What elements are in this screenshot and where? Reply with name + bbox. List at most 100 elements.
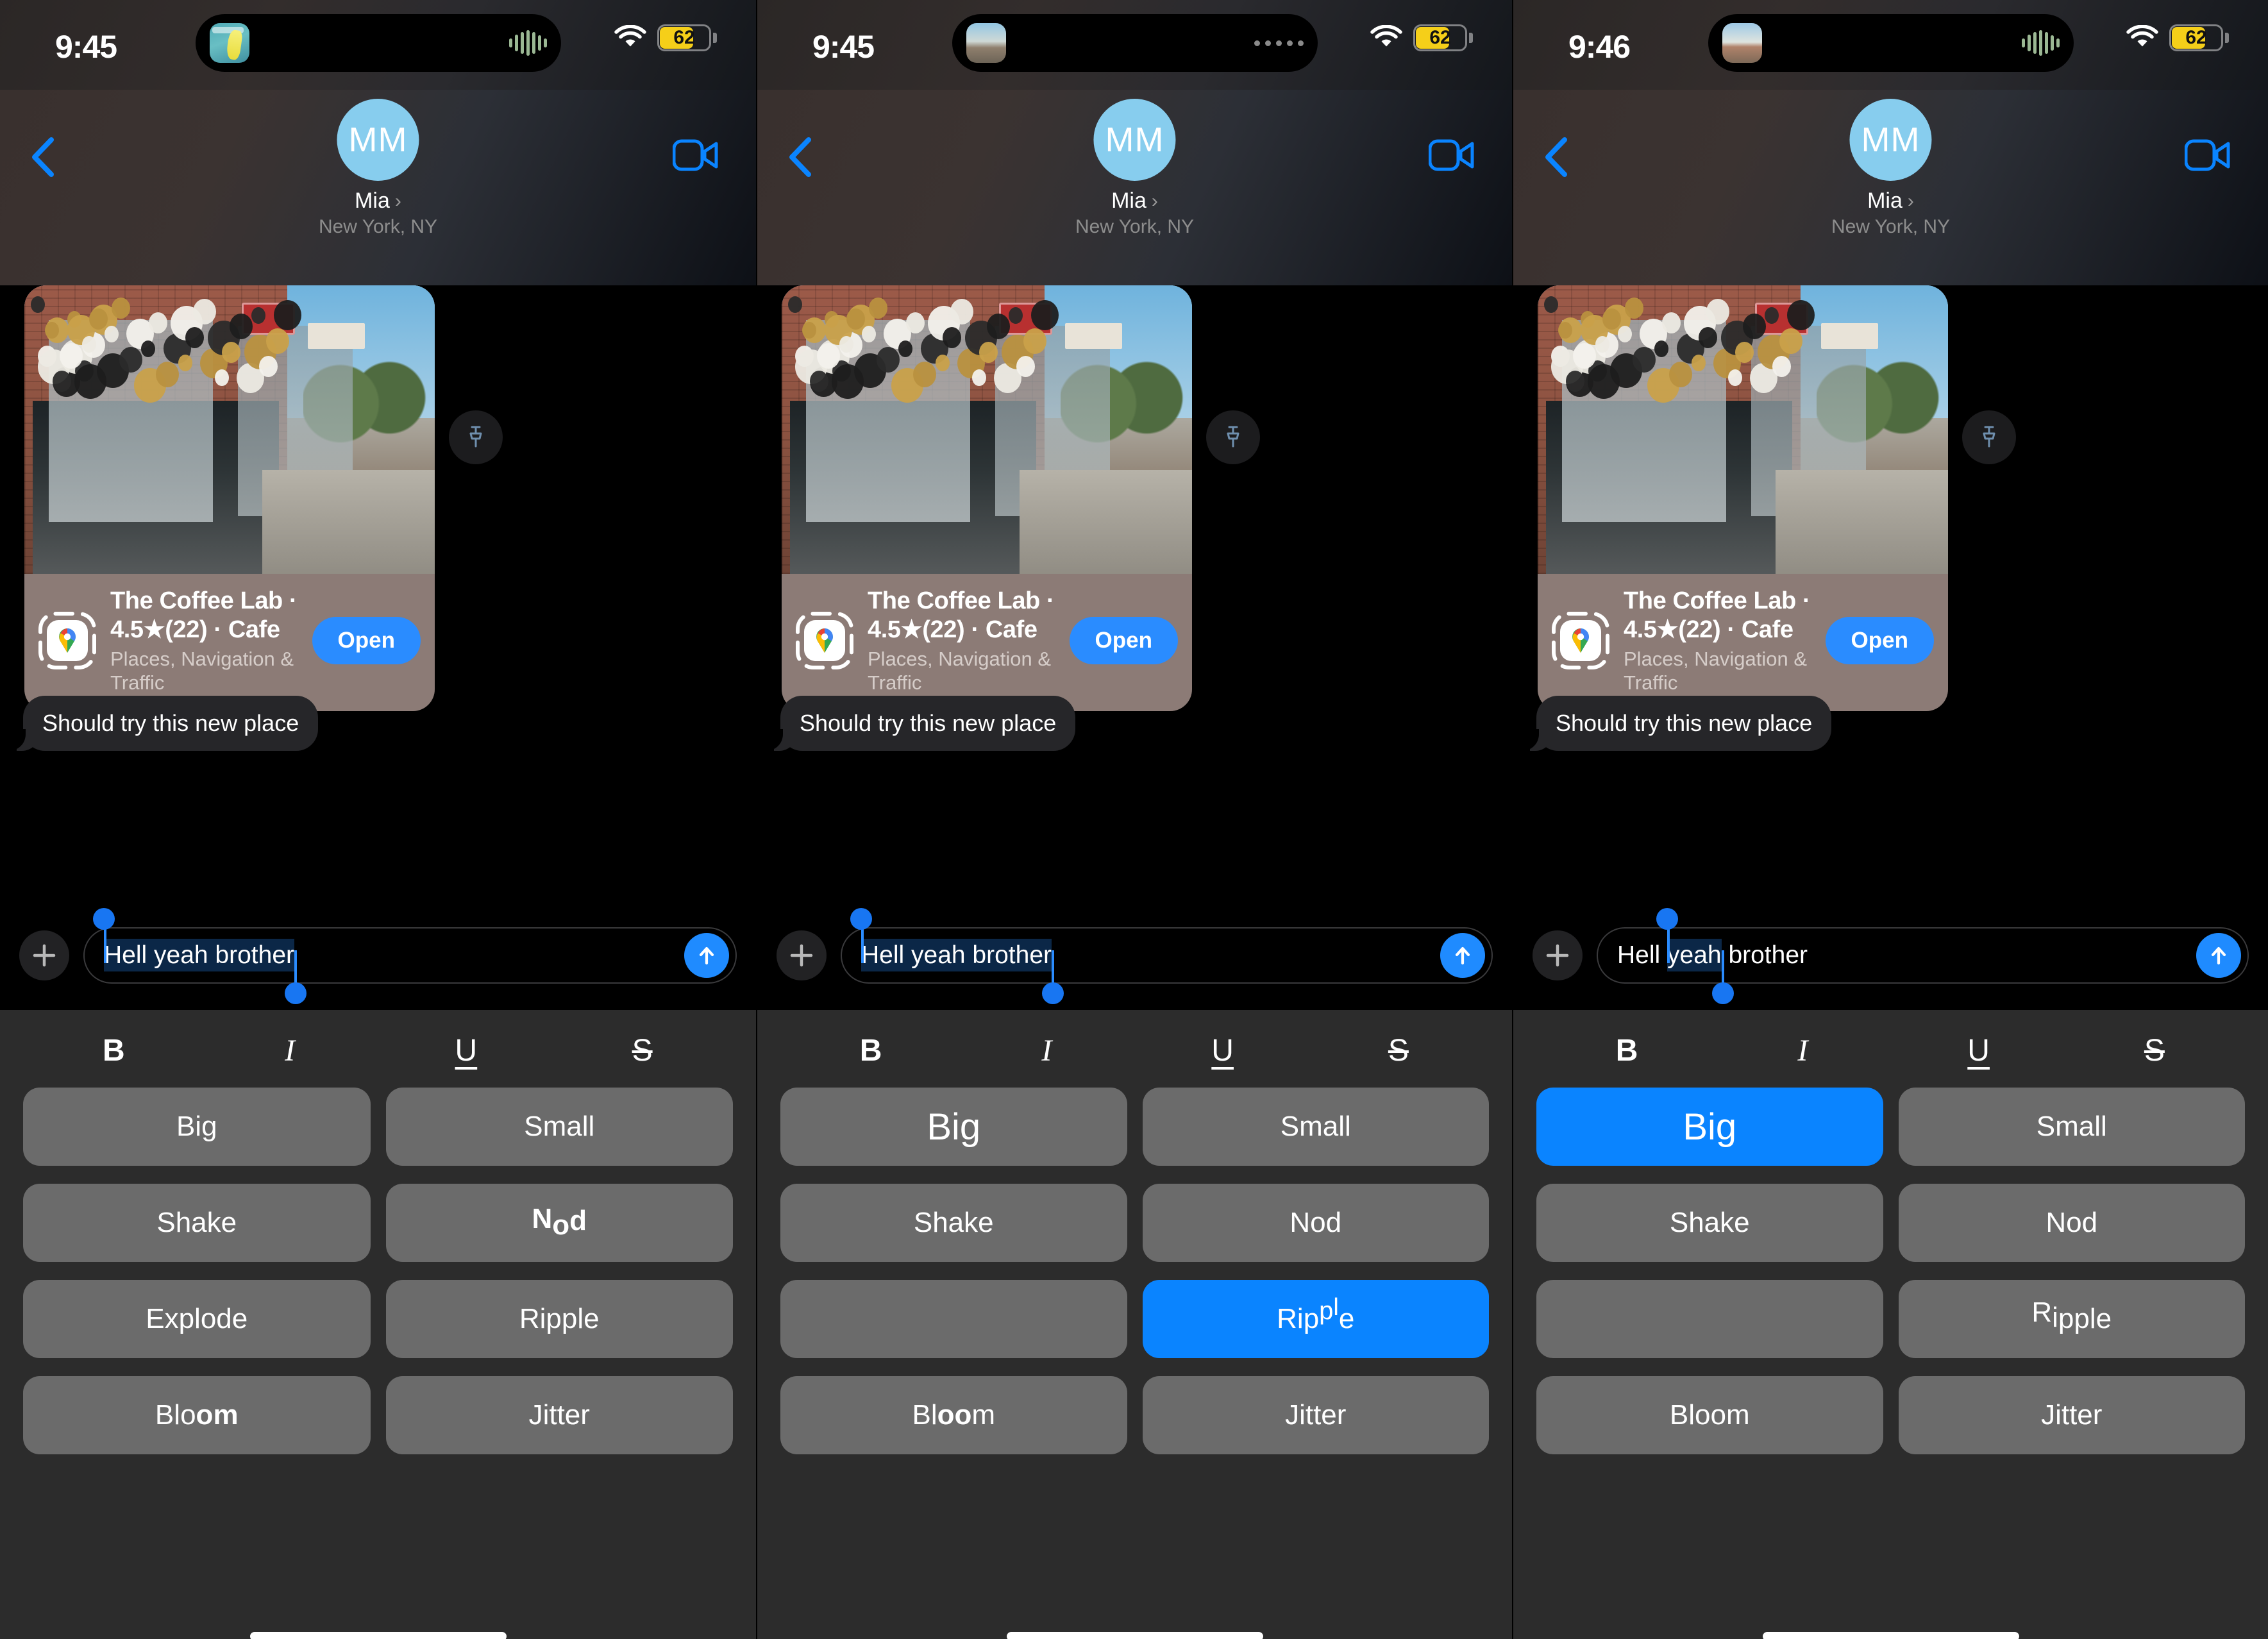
effect-button-ripple[interactable]: Ripple	[1142, 1280, 1489, 1358]
dynamic-island[interactable]	[952, 14, 1318, 72]
send-button[interactable]	[684, 933, 729, 978]
send-button[interactable]	[1440, 933, 1485, 978]
strikethrough-button[interactable]: S	[1360, 1033, 1437, 1068]
back-button[interactable]	[785, 136, 815, 178]
effect-button-jitter[interactable]: Jitter	[1142, 1376, 1489, 1454]
island-media-artwork	[966, 23, 1006, 63]
link-preview-card[interactable]: The Coffee Lab · 4.5★(22) · Cafe Places, …	[24, 285, 435, 712]
effect-button-bloom[interactable]: Bloom	[780, 1376, 1127, 1454]
effect-label-char: m	[971, 1399, 996, 1431]
italic-button[interactable]: I	[1764, 1033, 1841, 1068]
open-button[interactable]: Open	[1825, 617, 1934, 665]
waveform-bar	[520, 32, 524, 54]
balloon-garland	[1538, 291, 1858, 424]
effect-button-small[interactable]: Small	[1898, 1088, 2245, 1166]
contact-header[interactable]: MM Mia › New York, NY	[1075, 99, 1194, 238]
bold-button[interactable]: B	[75, 1033, 152, 1068]
contact-header[interactable]: MM Mia › New York, NY	[1831, 99, 1950, 238]
effect-label-char: R	[2031, 1297, 2053, 1328]
effect-button-shake[interactable]: Shake	[780, 1184, 1127, 1262]
effect-button-big[interactable]: Big	[23, 1088, 371, 1166]
input-text-post: brother	[1721, 941, 1808, 969]
contact-header[interactable]: MM Mia › New York, NY	[319, 99, 437, 238]
effect-button-small[interactable]: Small	[385, 1088, 733, 1166]
contact-name[interactable]: Mia ›	[1831, 189, 1950, 214]
effect-button-jitter[interactable]: Jitter	[1898, 1376, 2245, 1454]
effect-button-nod[interactable]: Nod	[1142, 1184, 1489, 1262]
back-button[interactable]	[1541, 136, 1571, 178]
link-preview-subtitle: Places, Navigation & Traffic	[868, 647, 1052, 694]
contact-name[interactable]: Mia ›	[319, 189, 437, 214]
effect-button-nod[interactable]: Nod	[1898, 1184, 2245, 1262]
underline-button[interactable]: U	[1940, 1033, 2017, 1068]
bold-button[interactable]: B	[1588, 1033, 1665, 1068]
plus-icon[interactable]	[19, 930, 69, 980]
google-maps-glyph	[1560, 620, 1601, 662]
link-preview-title: The Coffee Lab · 4.5★(22) · Cafe	[110, 587, 298, 643]
effect-button-explode[interactable]: Explode	[23, 1280, 371, 1358]
italic-button[interactable]: I	[1008, 1033, 1085, 1068]
dynamic-island[interactable]	[195, 14, 561, 72]
back-button[interactable]	[28, 136, 58, 178]
effect-label-char: l	[1333, 1294, 1339, 1321]
selection-handle-start[interactable]	[93, 908, 115, 930]
effects-grid: Big Small Shake Nod Ripple Bloom Jitter	[1513, 1085, 2268, 1454]
pin-badge[interactable]	[1962, 410, 2016, 464]
plus-icon[interactable]	[1533, 930, 1583, 980]
underline-button[interactable]: U	[428, 1033, 505, 1068]
selection-handle-end[interactable]	[285, 982, 307, 1004]
open-button[interactable]: Open	[1069, 617, 1178, 665]
plus-icon[interactable]	[777, 930, 827, 980]
waveform-bar	[2038, 30, 2042, 56]
pin-badge[interactable]	[449, 410, 503, 464]
selection-handle-start[interactable]	[1656, 908, 1679, 930]
strikethrough-button[interactable]: S	[604, 1033, 681, 1068]
effect-button-label: Shake	[1669, 1207, 1750, 1238]
message-input-field[interactable]: Hell yeah brother	[1597, 908, 2249, 1004]
effect-button-big[interactable]: Big	[780, 1088, 1127, 1166]
strikethrough-button[interactable]: S	[2116, 1033, 2193, 1068]
effect-button-empty[interactable]	[1536, 1280, 1883, 1358]
selection-handle-end[interactable]	[1711, 982, 1734, 1004]
link-preview-body: The Coffee Lab · 4.5★(22) · Cafe Places, …	[24, 574, 435, 711]
contact-name[interactable]: Mia ›	[1075, 189, 1194, 214]
screenshot-stage: 9:45 62 MM Mia › New York, NY The Coffee La…	[0, 0, 2268, 1639]
status-indicators: 62	[614, 24, 717, 51]
effect-button-label: Small	[2036, 1111, 2107, 1142]
bold-button[interactable]: B	[832, 1033, 909, 1068]
dynamic-island[interactable]	[1708, 14, 2074, 72]
facetime-button[interactable]	[1429, 139, 1475, 172]
effect-label-char: l	[930, 1399, 937, 1431]
link-preview-card[interactable]: The Coffee Lab · 4.5★(22) · Cafe Places, …	[782, 285, 1192, 712]
status-bar: 9:46 62	[1513, 0, 2268, 90]
effect-button-bloom[interactable]: Bloom	[23, 1376, 371, 1454]
effect-button-small[interactable]: Small	[1142, 1088, 1489, 1166]
selection-handle-start[interactable]	[850, 908, 872, 930]
facetime-button[interactable]	[2185, 139, 2231, 172]
facetime-button[interactable]	[673, 139, 719, 172]
effect-button-ripple[interactable]: Ripple	[385, 1280, 733, 1358]
effect-button-jitter[interactable]: Jitter	[385, 1376, 733, 1454]
effect-button-big[interactable]: Big	[1536, 1088, 1883, 1166]
message-input-field[interactable]: Hell yeah brother	[841, 908, 1493, 1004]
phone-panel-2: 9:45 62 MM Mia › New York, NY The Coffee La…	[756, 0, 1512, 1639]
link-preview-card[interactable]: The Coffee Lab · 4.5★(22) · Cafe Places, …	[1538, 285, 1948, 712]
effect-button-label: Big	[176, 1111, 217, 1142]
effect-button-shake[interactable]: Shake	[1536, 1184, 1883, 1262]
pin-badge[interactable]	[1206, 410, 1260, 464]
status-time: 9:46	[1568, 29, 1631, 65]
effect-button-bloom[interactable]: Bloom	[1536, 1376, 1883, 1454]
send-button[interactable]	[2196, 933, 2241, 978]
effect-button-label: Bloom	[912, 1399, 995, 1431]
open-button[interactable]: Open	[312, 617, 421, 665]
message-input-field[interactable]: Hell yeah brother	[83, 908, 737, 1004]
effect-button-empty[interactable]	[780, 1280, 1127, 1358]
italic-button[interactable]: I	[251, 1033, 328, 1068]
underline-button[interactable]: U	[1184, 1033, 1261, 1068]
effect-button-nod[interactable]: Nod	[385, 1184, 733, 1262]
selection-handle-end[interactable]	[1042, 982, 1064, 1004]
link-preview-subtitle: Places, Navigation & Traffic	[1624, 647, 1808, 694]
effect-button-ripple[interactable]: Ripple	[1898, 1280, 2245, 1358]
effect-button-shake[interactable]: Shake	[23, 1184, 371, 1262]
waveform-bar	[2021, 38, 2025, 47]
